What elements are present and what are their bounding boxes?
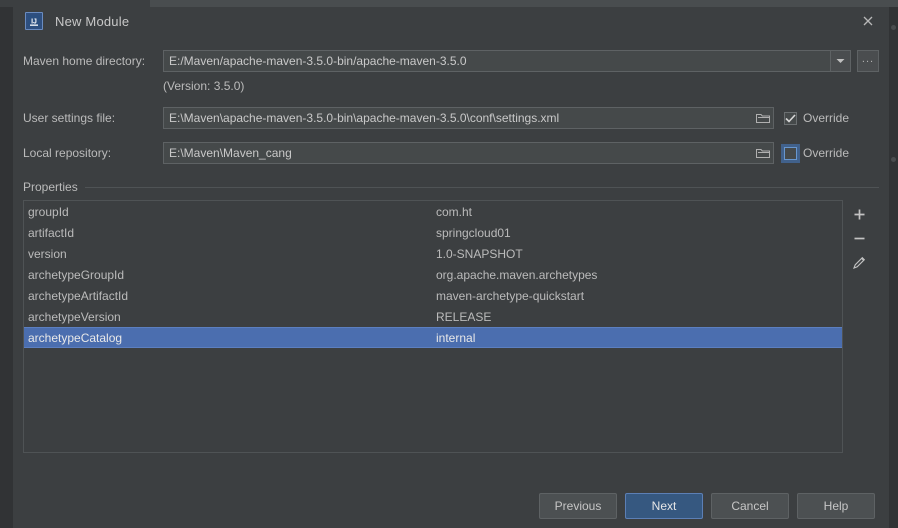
user-settings-override-label: Override (803, 111, 850, 125)
local-repository-override-label: Override (803, 146, 850, 160)
property-value: org.apache.maven.archetypes (436, 267, 598, 282)
user-settings-row: User settings file: E:\Maven\apache-mave… (23, 107, 879, 129)
checkbox-box (784, 146, 797, 160)
table-row[interactable]: archetypeVersion RELEASE (24, 306, 842, 327)
local-repository-field[interactable]: E:\Maven\Maven_cang (163, 142, 774, 164)
background-window-left-edge (0, 7, 14, 528)
user-settings-label: User settings file: (23, 111, 116, 125)
background-scroll-marker (891, 157, 896, 162)
new-module-dialog: IJ New Module Maven home directory: E:/M… (13, 7, 889, 528)
property-key: groupId (28, 204, 69, 219)
table-row[interactable]: version 1.0-SNAPSHOT (24, 243, 842, 264)
minus-icon (854, 237, 864, 239)
folder-icon[interactable] (753, 112, 773, 124)
remove-property-button[interactable] (846, 226, 872, 250)
property-value: maven-archetype-quickstart (436, 288, 585, 303)
local-repository-override-checkbox[interactable]: Override (784, 146, 879, 160)
property-key: archetypeArtifactId (28, 288, 129, 303)
maven-home-browse-button[interactable]: ... (857, 50, 879, 72)
properties-table[interactable]: groupId com.ht artifactId springcloud01 vers… (23, 200, 843, 453)
add-property-button[interactable] (846, 202, 872, 226)
property-value: RELEASE (436, 309, 492, 324)
dialog-title: New Module (55, 13, 130, 29)
table-row[interactable]: artifactId springcloud01 (24, 222, 842, 243)
background-window-right-edge (888, 7, 898, 528)
table-row[interactable]: archetypeGroupId org.apache.maven.archety… (24, 264, 842, 285)
pencil-icon (852, 256, 865, 269)
local-repository-value: E:\Maven\Maven_cang (169, 146, 292, 160)
group-divider (84, 186, 879, 188)
plus-icon (854, 209, 864, 219)
maven-home-row: Maven home directory: E:/Maven/apache-ma… (23, 50, 879, 72)
close-icon[interactable] (853, 9, 883, 33)
property-key: archetypeVersion (28, 309, 121, 324)
local-repository-row: Local repository: E:\Maven\Maven_cang Ov… (23, 142, 879, 164)
dialog-footer-buttons: Previous Next Cancel Help (539, 493, 875, 519)
property-key: archetypeGroupId (28, 267, 125, 282)
maven-settings-form: Maven home directory: E:/Maven/apache-ma… (13, 50, 889, 164)
checkbox-box (784, 111, 797, 125)
properties-group: Properties groupId com.ht artifactId spring… (23, 180, 879, 453)
user-settings-value: E:\Maven\apache-maven-3.5.0-bin\apache-m… (169, 111, 560, 125)
maven-home-label: Maven home directory: (23, 54, 146, 68)
properties-table-area: groupId com.ht artifactId springcloud01 vers… (23, 200, 879, 453)
property-value: springcloud01 (436, 225, 511, 240)
cancel-button[interactable]: Cancel (711, 493, 789, 519)
dialog-titlebar: IJ New Module (13, 7, 889, 35)
property-value: 1.0-SNAPSHOT (436, 246, 523, 261)
user-settings-field[interactable]: E:\Maven\apache-maven-3.5.0-bin\apache-m… (163, 107, 774, 129)
maven-home-value: E:/Maven/apache-maven-3.5.0-bin/apache-m… (169, 54, 467, 68)
table-row[interactable]: archetypeCatalog internal (24, 327, 842, 348)
svg-text:IJ: IJ (31, 19, 37, 26)
table-row[interactable]: archetypeArtifactId maven-archetype-quick… (24, 285, 842, 306)
property-key: version (28, 246, 67, 261)
maven-version-note: (Version: 3.5.0) (163, 79, 245, 93)
intellij-idea-icon: IJ (25, 12, 43, 30)
property-key: archetypeCatalog (28, 330, 123, 345)
property-value: internal (436, 330, 476, 345)
help-button[interactable]: Help (797, 493, 875, 519)
property-key: artifactId (28, 225, 75, 240)
next-button[interactable]: Next (625, 493, 703, 519)
background-scroll-marker (891, 25, 896, 30)
folder-icon[interactable] (753, 147, 773, 159)
edit-property-button[interactable] (846, 250, 872, 274)
chevron-down-icon[interactable] (830, 51, 850, 71)
property-value: com.ht (436, 204, 473, 219)
properties-toolbar (843, 200, 875, 453)
user-settings-override-checkbox[interactable]: Override (784, 111, 879, 125)
table-row[interactable]: groupId com.ht (24, 201, 842, 222)
check-icon (785, 113, 796, 123)
properties-group-header: Properties (23, 180, 879, 194)
maven-home-combobox[interactable]: E:/Maven/apache-maven-3.5.0-bin/apache-m… (163, 50, 851, 72)
properties-group-title: Properties (23, 180, 78, 194)
local-repository-label: Local repository: (23, 146, 112, 160)
maven-version-row: (Version: 3.5.0) (23, 78, 879, 94)
previous-button[interactable]: Previous (539, 493, 617, 519)
